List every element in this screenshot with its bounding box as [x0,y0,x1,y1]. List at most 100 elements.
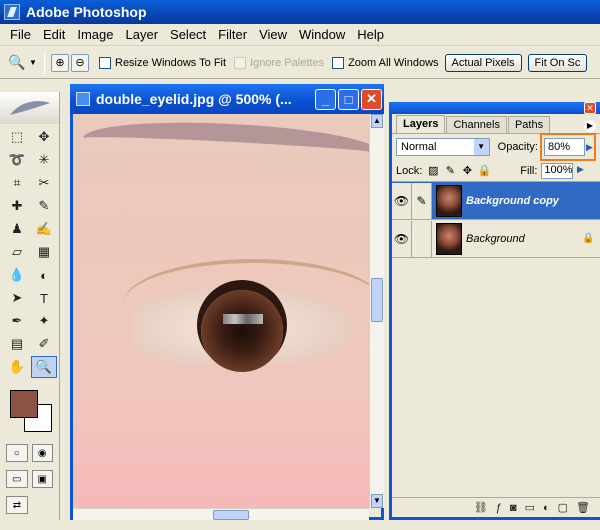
layer-brush-icon[interactable]: ✎ [412,182,432,219]
image-canvas[interactable] [73,114,369,508]
pen-tool-icon[interactable]: ✒ [4,310,30,332]
fill-input[interactable]: 100% [541,162,574,179]
tab-layers[interactable]: Layers [396,115,446,133]
opacity-input[interactable]: 80% [544,138,585,156]
marquee-tool-icon[interactable]: ⬚ [4,126,30,148]
visibility-eye-icon[interactable]: 👁 [392,220,412,257]
eraser-tool-icon[interactable]: ▱ [4,241,30,263]
menu-edit[interactable]: Edit [37,27,71,42]
shape-tool-icon[interactable]: ✦ [31,310,57,332]
screen-mode-standard-icon[interactable]: ▭ [6,470,28,488]
fill-slider-arrow-icon[interactable]: ▶ [573,164,587,178]
opacity-label: Opacity: [497,141,538,153]
hand-tool-icon[interactable]: ✋ [4,356,30,378]
zoom-all-label: Zoom All Windows [348,56,439,69]
document-titlebar[interactable]: double_eyelid.jpg @ 500% (... _ □ ✕ [70,84,384,114]
standard-mode-icon[interactable]: ○ [6,444,28,462]
new-group-icon[interactable]: ▭ [525,501,535,514]
desktop-strip [0,520,600,530]
blur-tool-icon[interactable]: 💧 [4,264,30,286]
zoom-tool-preset-icon[interactable]: 🔍 [6,52,28,74]
new-layer-icon[interactable]: ▢ [558,501,568,514]
menu-file[interactable]: File [4,27,37,42]
layer-link-slot[interactable] [412,220,432,257]
actual-pixels-button[interactable]: Actual Pixels [444,53,522,72]
adjustment-layer-icon[interactable]: ◐ [543,502,550,514]
layer-row[interactable]: 👁 Background 🔒 [392,220,600,258]
slice-tool-icon[interactable]: ✂ [31,172,57,194]
crop-tool-icon[interactable]: ⌗ [4,172,30,194]
screen-mode-full-icon[interactable]: ▣ [31,470,53,488]
imageready-icon[interactable]: ⇄ [6,496,28,514]
minimize-button[interactable]: _ [315,88,336,110]
menu-help[interactable]: Help [351,27,390,42]
visibility-eye-icon[interactable]: 👁 [392,182,412,219]
checkbox-box [99,56,111,69]
blend-mode-value: Normal [401,141,437,153]
scroll-up-icon[interactable]: ▲ [371,114,383,128]
horizontal-scrollbar[interactable] [73,508,369,520]
menu-window[interactable]: Window [293,27,351,42]
zoom-in-icon[interactable]: ⊕ [51,53,69,72]
path-select-icon[interactable]: ➤ [4,287,30,309]
move-tool-icon[interactable]: ✥ [31,126,57,148]
menu-view[interactable]: View [253,27,293,42]
photoshop-icon [4,4,20,20]
eyebrow-image [82,116,369,176]
close-button[interactable]: ✕ [361,88,382,110]
add-mask-icon[interactable]: ◙ [510,502,517,514]
maximize-button[interactable]: □ [338,88,359,110]
brush-tool-icon[interactable]: ✎ [31,195,57,217]
feather-logo-icon [0,92,59,124]
link-layers-icon[interactable]: ⛓ [474,501,488,514]
menu-layer[interactable]: Layer [120,27,165,42]
healing-brush-icon[interactable]: ✚ [4,195,30,217]
document-window: double_eyelid.jpg @ 500% (... _ □ ✕ ▲ ▼ [70,84,384,520]
tab-channels[interactable]: Channels [446,116,507,133]
chevron-down-icon[interactable]: ▼ [28,52,38,74]
menu-filter[interactable]: Filter [212,27,253,42]
menu-image[interactable]: Image [71,27,119,42]
zoom-out-icon[interactable]: ⊖ [71,53,89,72]
dodge-tool-icon[interactable]: ◐ [31,264,57,286]
layer-thumbnail [436,184,462,217]
lock-transparency-icon[interactable]: ▨ [426,164,440,178]
eyedropper-icon[interactable]: ✐ [31,333,57,355]
vertical-scrollbar[interactable]: ▲ ▼ [369,114,384,508]
type-tool-icon[interactable]: T [31,287,57,309]
palette-close-icon[interactable]: ✕ [584,102,596,114]
menu-select[interactable]: Select [164,27,212,42]
blend-mode-select[interactable]: Normal ▼ [396,138,490,156]
lasso-tool-icon[interactable]: ➰ [4,149,30,171]
gradient-tool-icon[interactable]: ▦ [31,241,57,263]
lock-image-icon[interactable]: ✎ [443,164,457,178]
tab-paths[interactable]: Paths [507,116,551,133]
trash-icon[interactable]: 🗑 [576,501,590,514]
palette-titlebar[interactable]: ✕ [389,102,600,114]
lock-all-icon[interactable]: 🔒 [477,164,491,178]
opacity-slider-arrow-icon[interactable]: ▶ [585,138,594,156]
scroll-down-icon[interactable]: ▼ [371,494,383,508]
zoom-tool-icon[interactable]: 🔍 [31,356,57,378]
horizontal-scroll-thumb[interactable] [213,510,249,520]
vertical-scroll-thumb[interactable] [371,278,383,322]
checkbox-box [234,56,247,69]
quick-mask-icon[interactable]: ◉ [31,444,53,462]
lock-position-icon[interactable]: ✥ [460,164,474,178]
foreground-color-swatch[interactable] [10,390,38,418]
chevron-down-icon: ▼ [473,139,489,155]
notes-tool-icon[interactable]: ▤ [4,333,30,355]
magic-wand-icon[interactable]: ✳ [31,149,57,171]
clone-stamp-icon[interactable]: ♟ [4,218,30,240]
history-brush-icon[interactable]: ✍ [31,218,57,240]
layer-style-icon[interactable]: ƒ [496,502,502,514]
palette-tabs: Layers Channels Paths ▶ [392,114,600,134]
layer-name: Background [466,232,525,245]
layer-row[interactable]: 👁 ✎ Background copy [392,182,600,220]
palette-menu-icon[interactable]: ▶ [584,120,596,132]
fit-on-screen-button[interactable]: Fit On Sc [527,53,588,72]
zoom-all-windows-checkbox[interactable]: Zoom All Windows [332,56,439,69]
resize-windows-checkbox[interactable]: Resize Windows To Fit [99,56,226,69]
ignore-palettes-label: Ignore Palettes [250,56,325,69]
color-swatches [4,386,55,434]
